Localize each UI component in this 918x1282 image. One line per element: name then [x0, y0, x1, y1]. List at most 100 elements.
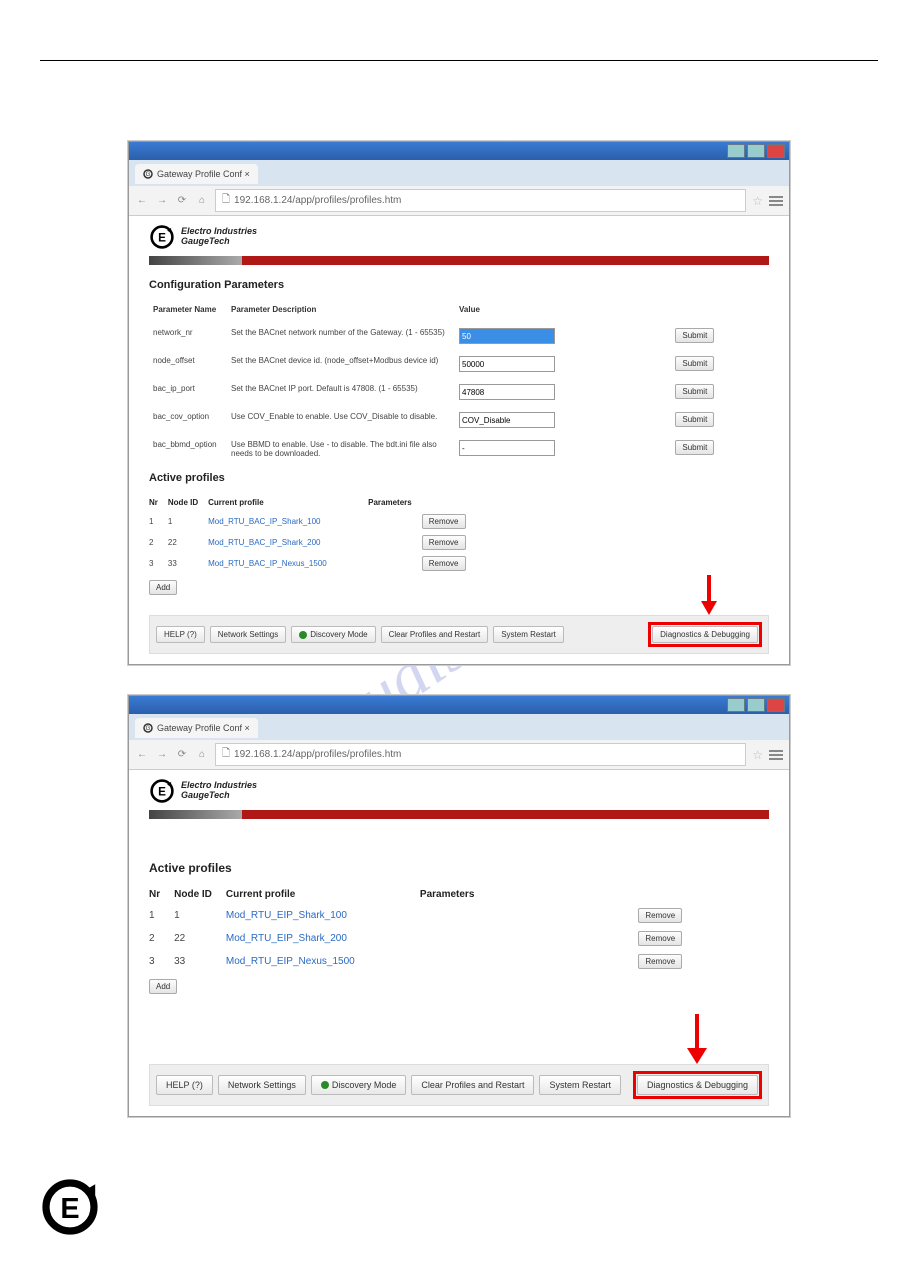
browser-tab[interactable]: G Gateway Profile Conf ×	[135, 718, 258, 738]
help-button[interactable]: HELP (?)	[156, 1075, 213, 1095]
cell-profile[interactable]: Mod_RTU_BAC_IP_Shark_200	[208, 532, 368, 553]
param-input-offset[interactable]	[459, 356, 555, 372]
top-rule	[40, 60, 878, 61]
cell-nr: 1	[149, 511, 168, 532]
profile-row: 222Mod_RTU_BAC_IP_Shark_200Remove	[149, 532, 476, 553]
param-input-network[interactable]	[459, 328, 555, 344]
reload-icon[interactable]: ⟳	[175, 194, 189, 208]
system-restart-button[interactable]: System Restart	[493, 626, 564, 643]
eig-logo-icon: E	[149, 224, 175, 250]
add-button[interactable]: Add	[149, 580, 177, 595]
svg-text:G: G	[146, 726, 151, 732]
system-restart-button[interactable]: System Restart	[539, 1075, 621, 1095]
discovery-mode-button[interactable]: Discovery Mode	[311, 1075, 407, 1095]
home-icon[interactable]: ⌂	[195, 748, 209, 762]
diagnostics-button[interactable]: Diagnostics & Debugging	[652, 626, 758, 643]
footer-eig-logo-icon: E	[40, 1177, 100, 1237]
highlight-box: Diagnostics & Debugging	[648, 622, 762, 647]
clear-profiles-button[interactable]: Clear Profiles and Restart	[411, 1075, 534, 1095]
screenshot-1: G Gateway Profile Conf × ← → ⟳ ⌂ 🗋 192.1…	[128, 141, 790, 665]
param-desc: Use COV_Enable to enable. Use COV_Disabl…	[227, 406, 455, 434]
browser-tab-row: G Gateway Profile Conf ×	[129, 160, 789, 186]
param-name: node_offset	[149, 350, 227, 378]
address-bar[interactable]: 🗋 192.168.1.24/app/profiles/profiles.htm	[215, 189, 746, 212]
forward-icon[interactable]: →	[155, 194, 169, 208]
brand-header: E Electro IndustriesGaugeTech	[149, 224, 769, 250]
remove-button[interactable]: Remove	[422, 556, 466, 571]
url-text: 192.168.1.24/app/profiles/profiles.htm	[234, 195, 401, 206]
color-banner	[149, 810, 769, 819]
status-dot-icon	[299, 631, 307, 639]
col-node: Node ID	[174, 885, 226, 904]
param-desc: Set the BACnet network number of the Gat…	[227, 322, 455, 350]
reload-icon[interactable]: ⟳	[175, 748, 189, 762]
menu-icon[interactable]	[769, 750, 783, 760]
remove-button[interactable]: Remove	[638, 954, 682, 969]
cell-profile[interactable]: Mod_RTU_EIP_Shark_200	[226, 927, 420, 950]
forward-icon[interactable]: →	[155, 748, 169, 762]
cell-node: 33	[168, 553, 208, 574]
col-profile: Current profile	[208, 494, 368, 511]
callout-arrow-icon	[699, 575, 719, 615]
menu-icon[interactable]	[769, 196, 783, 206]
diagnostics-button[interactable]: Diagnostics & Debugging	[637, 1075, 758, 1095]
cell-profile[interactable]: Mod_RTU_BAC_IP_Nexus_1500	[208, 553, 368, 574]
col-params: Parameters	[420, 885, 488, 904]
param-name: bac_ip_port	[149, 378, 227, 406]
back-icon[interactable]: ←	[135, 748, 149, 762]
svg-text:E: E	[158, 786, 166, 799]
col-nr: Nr	[149, 494, 168, 511]
remove-button[interactable]: Remove	[422, 514, 466, 529]
profiles-heading: Active profiles	[149, 861, 769, 875]
param-input-cov[interactable]	[459, 412, 555, 428]
cell-profile[interactable]: Mod_RTU_EIP_Nexus_1500	[226, 950, 420, 973]
help-button[interactable]: HELP (?)	[156, 626, 205, 643]
param-input-port[interactable]	[459, 384, 555, 400]
remove-button[interactable]: Remove	[422, 535, 466, 550]
col-param-value: Value	[455, 301, 671, 322]
highlight-box: Diagnostics & Debugging	[633, 1071, 762, 1099]
submit-button[interactable]: Submit	[675, 412, 714, 427]
profile-row: 11Mod_RTU_BAC_IP_Shark_100Remove	[149, 511, 476, 532]
footer-toolbar: HELP (?) Network Settings Discovery Mode…	[149, 1064, 769, 1106]
bookmark-icon[interactable]: ☆	[752, 194, 763, 208]
network-settings-button[interactable]: Network Settings	[218, 1075, 306, 1095]
cell-nr: 2	[149, 927, 174, 950]
cell-profile[interactable]: Mod_RTU_EIP_Shark_100	[226, 904, 420, 927]
param-desc: Use BBMD to enable. Use - to disable. Th…	[227, 434, 455, 464]
home-icon[interactable]: ⌂	[195, 194, 209, 208]
add-button[interactable]: Add	[149, 979, 177, 994]
remove-button[interactable]: Remove	[638, 931, 682, 946]
submit-button[interactable]: Submit	[675, 328, 714, 343]
cell-profile[interactable]: Mod_RTU_BAC_IP_Shark_100	[208, 511, 368, 532]
discovery-mode-button[interactable]: Discovery Mode	[291, 626, 375, 643]
page-icon: 🗋	[222, 192, 230, 209]
param-row: bac_ip_portSet the BACnet IP port. Defau…	[149, 378, 769, 406]
svg-text:G: G	[146, 172, 151, 178]
remove-button[interactable]: Remove	[638, 908, 682, 923]
param-row: network_nrSet the BACnet network number …	[149, 322, 769, 350]
bookmark-icon[interactable]: ☆	[752, 748, 763, 762]
brand-header: E Electro IndustriesGaugeTech	[149, 778, 769, 804]
submit-button[interactable]: Submit	[675, 384, 714, 399]
param-desc: Set the BACnet device id. (node_offset+M…	[227, 350, 455, 378]
submit-button[interactable]: Submit	[675, 440, 714, 455]
submit-button[interactable]: Submit	[675, 356, 714, 371]
cell-nr: 1	[149, 904, 174, 927]
cell-nr: 2	[149, 532, 168, 553]
col-param-name: Parameter Name	[149, 301, 227, 322]
network-settings-button[interactable]: Network Settings	[210, 626, 286, 643]
window-titlebar	[129, 142, 789, 160]
address-bar[interactable]: 🗋 192.168.1.24/app/profiles/profiles.htm	[215, 743, 746, 766]
param-input-bbmd[interactable]	[459, 440, 555, 456]
browser-tab[interactable]: G Gateway Profile Conf ×	[135, 164, 258, 184]
clear-profiles-button[interactable]: Clear Profiles and Restart	[381, 626, 489, 643]
screenshot-2: G Gateway Profile Conf × ← → ⟳ ⌂ 🗋 192.1…	[128, 695, 790, 1117]
back-icon[interactable]: ←	[135, 194, 149, 208]
cell-node: 1	[174, 904, 226, 927]
discovery-label: Discovery Mode	[332, 1080, 397, 1090]
profile-row: 222Mod_RTU_EIP_Shark_200Remove	[149, 927, 696, 950]
cell-nr: 3	[149, 950, 174, 973]
config-table: Parameter Name Parameter Description Val…	[149, 301, 769, 464]
param-name: bac_cov_option	[149, 406, 227, 434]
